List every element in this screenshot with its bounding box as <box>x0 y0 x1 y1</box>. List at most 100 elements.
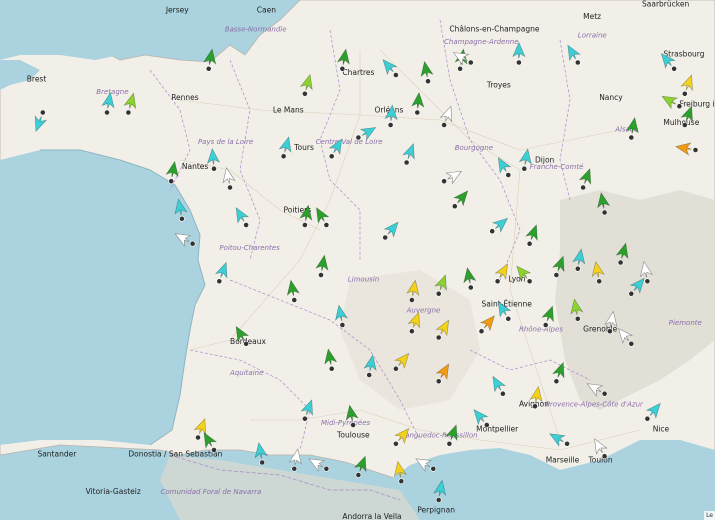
station-dot <box>441 178 448 185</box>
station-dot <box>339 322 346 328</box>
city-label: Nice <box>653 424 670 433</box>
region-label: Bourgogne <box>455 144 493 152</box>
city-label: Nantes <box>182 162 209 171</box>
station-dot <box>553 272 560 278</box>
station-dot <box>505 172 512 178</box>
region-label: Provence-Alpes-Côte d'Azur <box>546 400 644 408</box>
station-dot <box>178 215 185 222</box>
station-dot <box>521 165 528 172</box>
region-label: Rhône-Alpes <box>519 325 563 333</box>
station-dot <box>564 440 570 447</box>
station-dot <box>681 90 688 97</box>
city-label: Caen <box>257 6 276 15</box>
station-dot <box>574 315 581 322</box>
city-label: Saarbrücken <box>642 0 689 8</box>
station-dot <box>392 440 399 447</box>
station-dot <box>280 153 287 160</box>
station-dot <box>398 478 405 485</box>
station-dot <box>644 278 651 285</box>
city-label: Metz <box>583 12 601 21</box>
city-label: Vitoria-Gasteiz <box>86 487 141 496</box>
region-label: Centre-Val de Loire <box>316 138 383 146</box>
station-dot <box>435 334 442 341</box>
map-canvas[interactable]: Jersey CaenBrestRennesLe MansChartresOrlé… <box>0 0 715 520</box>
station-dot <box>596 278 603 285</box>
station-dot <box>301 415 308 422</box>
region-label: Pays de la Loire <box>198 138 253 146</box>
station-dot <box>681 122 688 128</box>
station-dot <box>125 109 132 116</box>
station-dot <box>425 78 431 85</box>
station-dot <box>628 290 635 297</box>
station-dot <box>574 59 581 66</box>
city-label: Toulouse <box>336 431 370 440</box>
station-dot <box>435 378 442 385</box>
map-attribution[interactable]: Le <box>704 511 715 520</box>
city-label: Nancy <box>599 93 623 102</box>
station-dot <box>526 278 533 285</box>
station-dot <box>104 109 110 116</box>
region-label: Aquitaine <box>229 369 263 377</box>
station-dot <box>542 322 549 328</box>
station-dot <box>451 203 458 210</box>
region-label: Limousin <box>348 275 379 283</box>
station-dot <box>168 178 175 185</box>
region-label: Comunidad Foral de Navarra <box>161 488 262 496</box>
station-dot <box>339 65 346 72</box>
city-label: Andorra la Vella <box>342 512 401 520</box>
station-dot <box>301 222 308 228</box>
station-dot <box>692 147 699 153</box>
station-dot <box>526 240 533 247</box>
station-dot <box>195 434 201 441</box>
station-dot <box>607 328 613 335</box>
station-dot <box>516 59 522 66</box>
station-dot <box>318 272 324 278</box>
region-label: Franche-Comté <box>530 163 584 171</box>
station-dot <box>408 297 415 303</box>
city-label: Jersey <box>165 6 189 15</box>
station-dot <box>382 234 389 241</box>
station-dot <box>350 422 357 428</box>
city-label: Santander <box>37 449 77 458</box>
station-dot <box>387 122 394 128</box>
bay-of-biscay <box>0 150 205 445</box>
station-dot <box>414 109 421 116</box>
region-label: Champagne-Ardenne <box>444 38 518 46</box>
city-label: Marseille <box>546 456 580 465</box>
region-label: Lorraine <box>578 32 607 40</box>
station-dot <box>243 222 250 228</box>
station-dot <box>323 465 330 472</box>
station-dot <box>478 328 485 335</box>
city-label: Tours <box>293 143 314 152</box>
station-dot <box>392 365 399 372</box>
city-label: Saint-Étienne <box>482 299 533 308</box>
city-label: Châlons-en-Champagne <box>449 24 539 33</box>
station-dot <box>435 497 442 503</box>
city-label: Strasbourg <box>663 49 704 58</box>
station-dot <box>483 422 490 428</box>
city-label: Donostia / San Sebastián <box>128 449 222 458</box>
station-dot <box>505 315 512 322</box>
station-dot <box>628 340 635 347</box>
city-label: Freiburg im Breisgau <box>679 99 715 108</box>
city-label: Toulon <box>588 456 613 465</box>
station-dot <box>467 59 474 66</box>
station-dot <box>328 365 335 372</box>
station-dot <box>355 472 362 478</box>
station-dot <box>532 403 538 410</box>
region-label: Basse-Normandie <box>225 25 287 33</box>
station-dot <box>457 65 464 72</box>
station-dot <box>601 209 608 216</box>
station-dot <box>403 159 410 166</box>
station-dot <box>671 65 677 72</box>
station-dot <box>189 240 196 247</box>
station-dot <box>291 297 298 303</box>
station-dot <box>494 278 501 285</box>
station-dot <box>628 134 635 141</box>
station-dot <box>617 259 624 266</box>
region-label: Piemonte <box>669 319 702 327</box>
region-label: Bretagne <box>96 88 128 96</box>
station-dot <box>580 184 586 191</box>
region-label: Midi-Pyrénées <box>321 419 370 427</box>
station-dot <box>211 165 217 172</box>
